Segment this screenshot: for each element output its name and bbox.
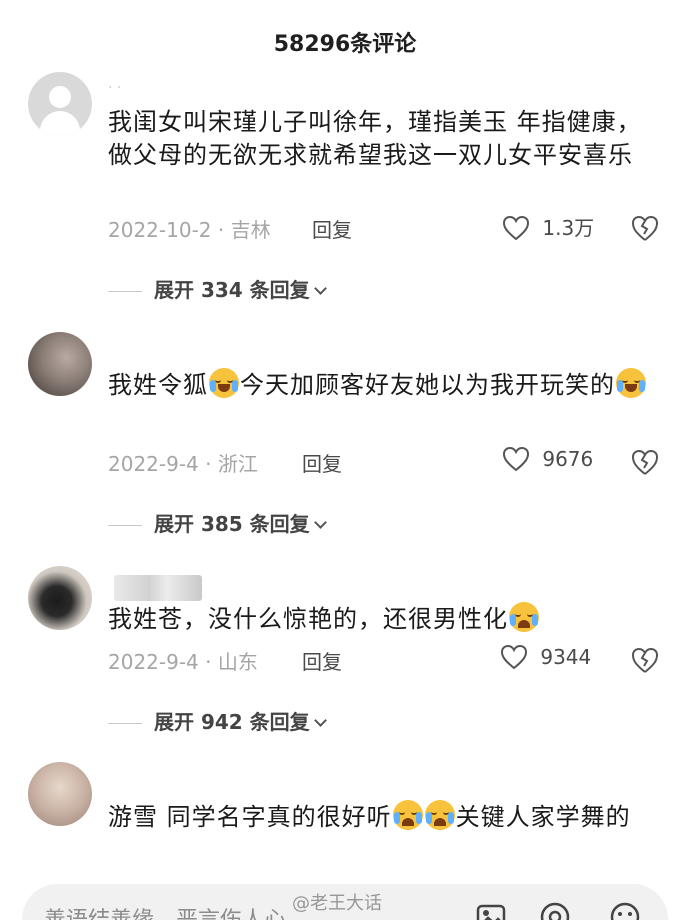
dislike-button[interactable] bbox=[630, 214, 660, 242]
broken-heart-icon bbox=[631, 215, 659, 241]
laugh-cry-emoji bbox=[616, 368, 646, 398]
heart-outline-icon bbox=[500, 644, 528, 670]
comment-text: 我闺女叫宋瑾儿子叫徐年，瑾指美玉 年指健康，做父母的无欲无求就希望我这一双儿女平… bbox=[108, 108, 642, 169]
broken-heart-icon bbox=[631, 449, 659, 475]
like-count: 1.3万 bbox=[542, 216, 595, 240]
comment-input-placeholder[interactable]: 善语结善缘，恶言伤人心 bbox=[44, 902, 286, 920]
comment-text: 游雪 同学名字真的很好听 关键人家学舞的 bbox=[108, 800, 648, 834]
dislike-button[interactable] bbox=[630, 646, 660, 674]
comments-count-title: 58296条评论 bbox=[273, 32, 417, 57]
image-icon[interactable] bbox=[474, 900, 508, 920]
chevron-down-icon bbox=[313, 516, 327, 529]
broken-heart-icon bbox=[631, 647, 659, 673]
expand-replies-button[interactable]: 展开 942 条回复 bbox=[108, 706, 327, 735]
avatar[interactable] bbox=[28, 762, 92, 826]
avatar[interactable] bbox=[28, 566, 92, 630]
comment-date-location: 2022-9-4 · 浙江 bbox=[108, 452, 258, 476]
comment-date-location: 2022-10-2 · 吉林 bbox=[108, 218, 271, 242]
like-count: 9344 bbox=[540, 645, 592, 669]
comments-header: 58296条评论 bbox=[0, 0, 690, 80]
comment-date-location: 2022-9-4 · 山东 bbox=[108, 650, 258, 674]
avatar[interactable] bbox=[28, 72, 92, 136]
crying-emoji bbox=[392, 800, 423, 830]
like-button[interactable]: 9344 bbox=[500, 644, 591, 670]
username[interactable]: · · bbox=[108, 80, 121, 96]
expand-replies-button[interactable]: 展开 385 条回复 bbox=[108, 508, 327, 537]
dislike-button[interactable] bbox=[630, 448, 660, 476]
chevron-down-icon bbox=[313, 714, 327, 727]
heart-outline-icon bbox=[502, 446, 530, 472]
laugh-cry-emoji bbox=[209, 368, 239, 398]
at-mention-icon[interactable] bbox=[538, 900, 572, 920]
like-count: 9676 bbox=[542, 447, 594, 471]
reply-button[interactable]: 回复 bbox=[302, 646, 342, 675]
watermark: @老王大话 bbox=[292, 893, 382, 914]
username-blurred[interactable] bbox=[114, 575, 202, 601]
like-button[interactable]: 1.3万 bbox=[502, 212, 594, 241]
reply-button[interactable]: 回复 bbox=[302, 448, 342, 477]
comment-text: 我姓令狐 今天加顾客好友她以为我开玩笑的 bbox=[108, 368, 648, 402]
comment-text: 我姓苍，没什么惊艳的，还很男性化 bbox=[108, 602, 648, 636]
heart-outline-icon bbox=[502, 215, 530, 241]
chevron-down-icon bbox=[313, 282, 327, 295]
like-button[interactable]: 9676 bbox=[502, 446, 593, 472]
crying-emoji bbox=[509, 602, 539, 632]
expand-replies-button[interactable]: 展开 334 条回复 bbox=[108, 274, 327, 303]
emoji-icon[interactable] bbox=[608, 900, 642, 920]
reply-button[interactable]: 回复 bbox=[312, 214, 352, 243]
avatar[interactable] bbox=[28, 332, 92, 396]
crying-emoji bbox=[424, 800, 455, 830]
